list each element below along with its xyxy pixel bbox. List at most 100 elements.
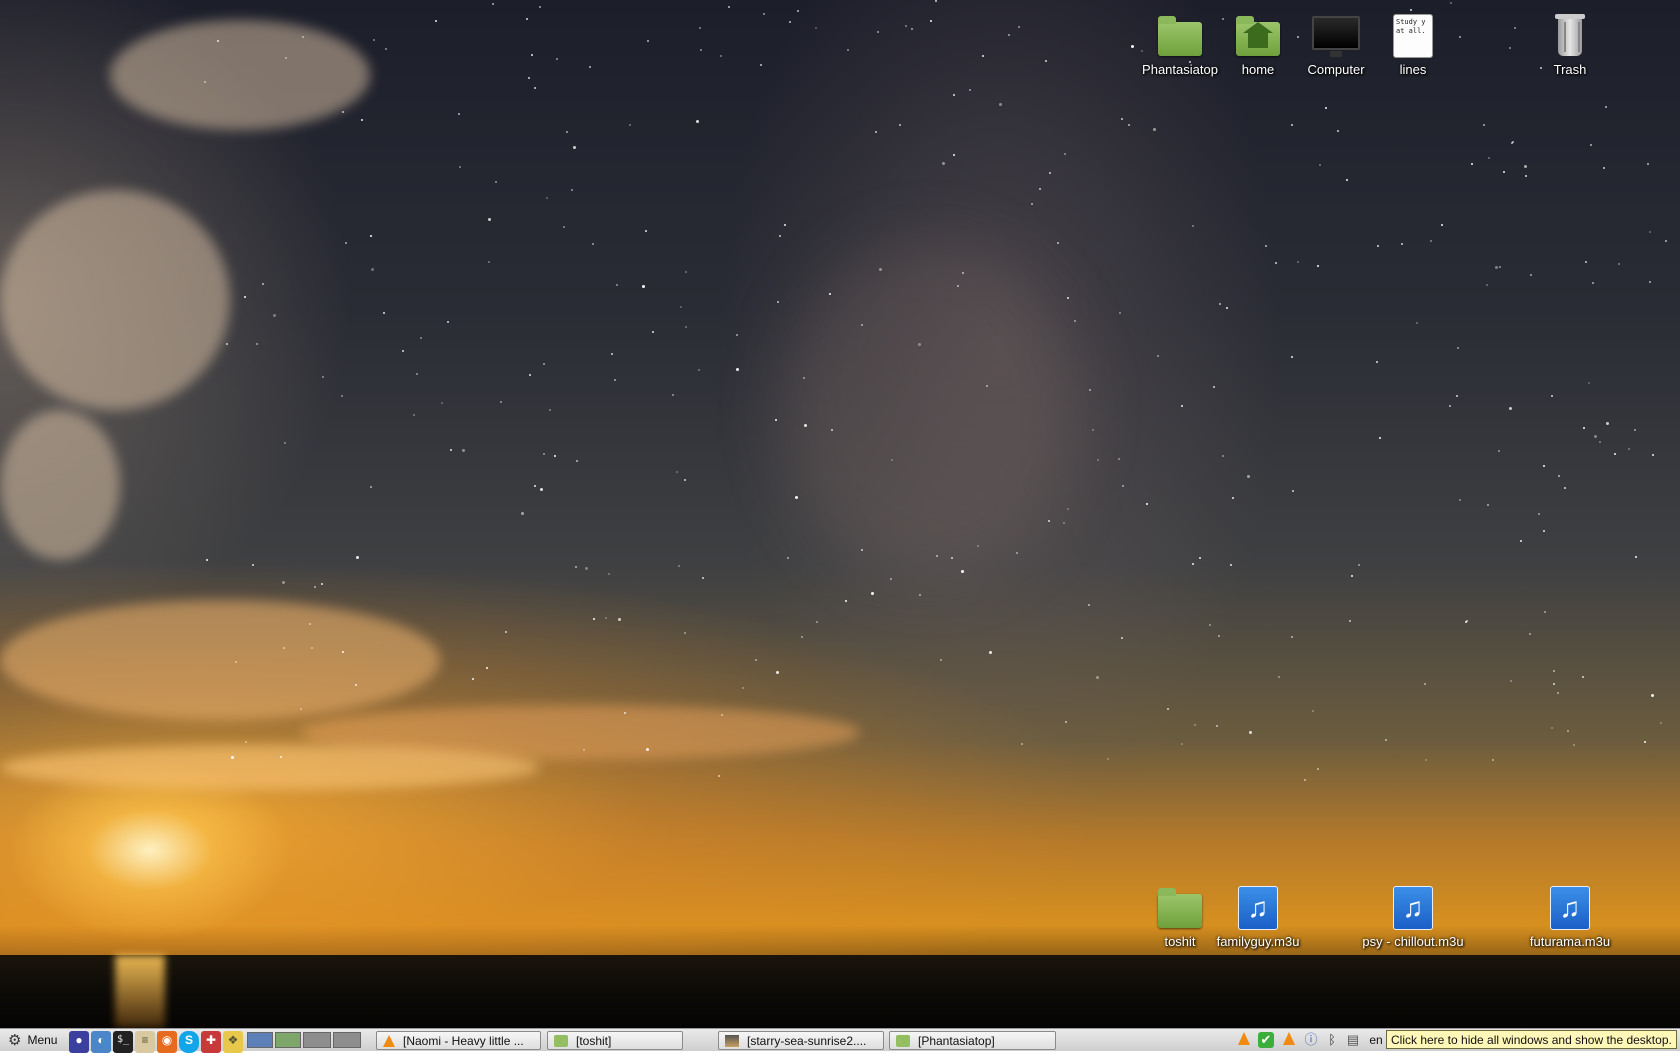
- sun-reflection: [115, 955, 165, 1028]
- menu-button[interactable]: ⚙ Menu: [0, 1029, 66, 1051]
- bluetooth-icon[interactable]: ᛒ: [1324, 1032, 1340, 1048]
- star: [1304, 779, 1307, 782]
- star: [860, 323, 863, 326]
- star: [570, 189, 573, 192]
- star: [1588, 381, 1591, 384]
- desktop-icon-label: toshit: [1164, 934, 1196, 949]
- folder-icon: [1156, 884, 1204, 932]
- star: [1511, 140, 1514, 143]
- star: [1064, 720, 1067, 723]
- star: [1592, 282, 1595, 285]
- star: [1291, 355, 1294, 358]
- star: [1194, 724, 1197, 727]
- star: [491, 2, 494, 5]
- star: [717, 775, 720, 778]
- star: [685, 325, 688, 328]
- star: [788, 20, 791, 23]
- star: [539, 488, 543, 492]
- star: [1556, 692, 1559, 695]
- star: [1542, 530, 1545, 533]
- task-button-phantasiatop[interactable]: [Phantasiatop]: [889, 1031, 1056, 1050]
- star: [206, 559, 209, 562]
- desktop-icon-home[interactable]: home: [1215, 12, 1301, 78]
- desktop-icon-toshit[interactable]: toshit: [1137, 884, 1223, 950]
- desktop-icon-label: Computer: [1307, 62, 1365, 77]
- star: [760, 63, 763, 66]
- star: [574, 566, 577, 569]
- star: [543, 362, 546, 365]
- star: [1088, 603, 1091, 606]
- star: [1510, 680, 1513, 683]
- wallpaper-cloud: [0, 600, 440, 720]
- star: [245, 741, 248, 744]
- desktop-icon-familyguy[interactable]: ♫ familyguy.m3u: [1215, 884, 1301, 950]
- star: [1449, 2, 1452, 5]
- desktop-icon-psy-chillout[interactable]: ♫ psy - chillout.m3u: [1355, 884, 1471, 950]
- star: [1553, 669, 1556, 672]
- star: [1537, 513, 1540, 516]
- star: [1376, 245, 1379, 248]
- star: [1379, 436, 1382, 439]
- star: [314, 585, 317, 588]
- star: [1617, 263, 1620, 266]
- desktop-icon-computer[interactable]: Computer: [1293, 12, 1379, 78]
- keyboard-layout[interactable]: en: [1366, 1032, 1386, 1048]
- star: [355, 556, 359, 560]
- info-shield-icon[interactable]: ⓘ: [1303, 1032, 1319, 1048]
- star: [797, 9, 800, 12]
- star: [1425, 759, 1428, 762]
- star: [623, 712, 626, 715]
- star: [486, 666, 489, 669]
- star: [1038, 188, 1041, 191]
- workspace-2[interactable]: [275, 1032, 301, 1048]
- star: [641, 285, 645, 289]
- star: [1550, 726, 1553, 729]
- star: [1292, 489, 1295, 492]
- taskbar: ⚙ Menu ● ◐ $_ ≡ ◉ S ✚ ❖ [Naomi - Heavy l…: [0, 1028, 1680, 1053]
- star: [1131, 45, 1135, 49]
- star: [281, 580, 285, 584]
- star: [1127, 124, 1130, 127]
- vlc-tray-icon[interactable]: [1236, 1032, 1252, 1048]
- task-button-image-viewer[interactable]: [starry-sea-sunrise2....: [718, 1031, 884, 1050]
- workspace-3[interactable]: [303, 1032, 331, 1048]
- vlc-tray-icon[interactable]: [1281, 1032, 1297, 1048]
- desktop-wallpaper[interactable]: Phantasiatop home Computer Study y at al…: [0, 0, 1680, 1028]
- desktop-icon-trash[interactable]: Trash: [1527, 12, 1613, 78]
- star: [960, 570, 964, 574]
- star: [683, 631, 686, 634]
- star: [521, 511, 525, 515]
- update-ok-icon[interactable]: ✔: [1258, 1032, 1274, 1048]
- workspace-1[interactable]: [247, 1032, 273, 1048]
- workspace-4[interactable]: [333, 1032, 361, 1048]
- star: [680, 305, 683, 308]
- star: [1456, 395, 1459, 398]
- star: [699, 49, 702, 52]
- network-icon[interactable]: ▤: [1345, 1032, 1361, 1048]
- star: [952, 154, 955, 157]
- star: [216, 39, 219, 42]
- star: [415, 372, 418, 375]
- task-button-toshit[interactable]: [toshit]: [547, 1031, 683, 1050]
- star: [1020, 742, 1023, 745]
- star: [1423, 683, 1426, 686]
- star: [1409, 9, 1412, 12]
- task-button-vlc[interactable]: [Naomi - Heavy little ...: [376, 1031, 541, 1050]
- desktop-icon-lines[interactable]: Study y at all. lines: [1370, 12, 1456, 78]
- star: [401, 350, 404, 353]
- star: [1614, 453, 1617, 456]
- star: [1018, 26, 1021, 28]
- star: [1221, 454, 1224, 457]
- star: [1520, 540, 1523, 543]
- desktop-icon-phantasiatop[interactable]: Phantasiatop: [1137, 12, 1223, 78]
- desktop-icon-futurama[interactable]: ♫ futurama.m3u: [1524, 884, 1616, 950]
- star: [1606, 421, 1610, 425]
- star: [372, 38, 375, 41]
- star: [322, 375, 325, 378]
- star: [546, 197, 549, 200]
- star: [628, 124, 631, 127]
- folder-icon: [896, 1034, 910, 1047]
- star: [495, 180, 498, 183]
- star: [614, 379, 617, 382]
- trash-icon: [1546, 12, 1594, 60]
